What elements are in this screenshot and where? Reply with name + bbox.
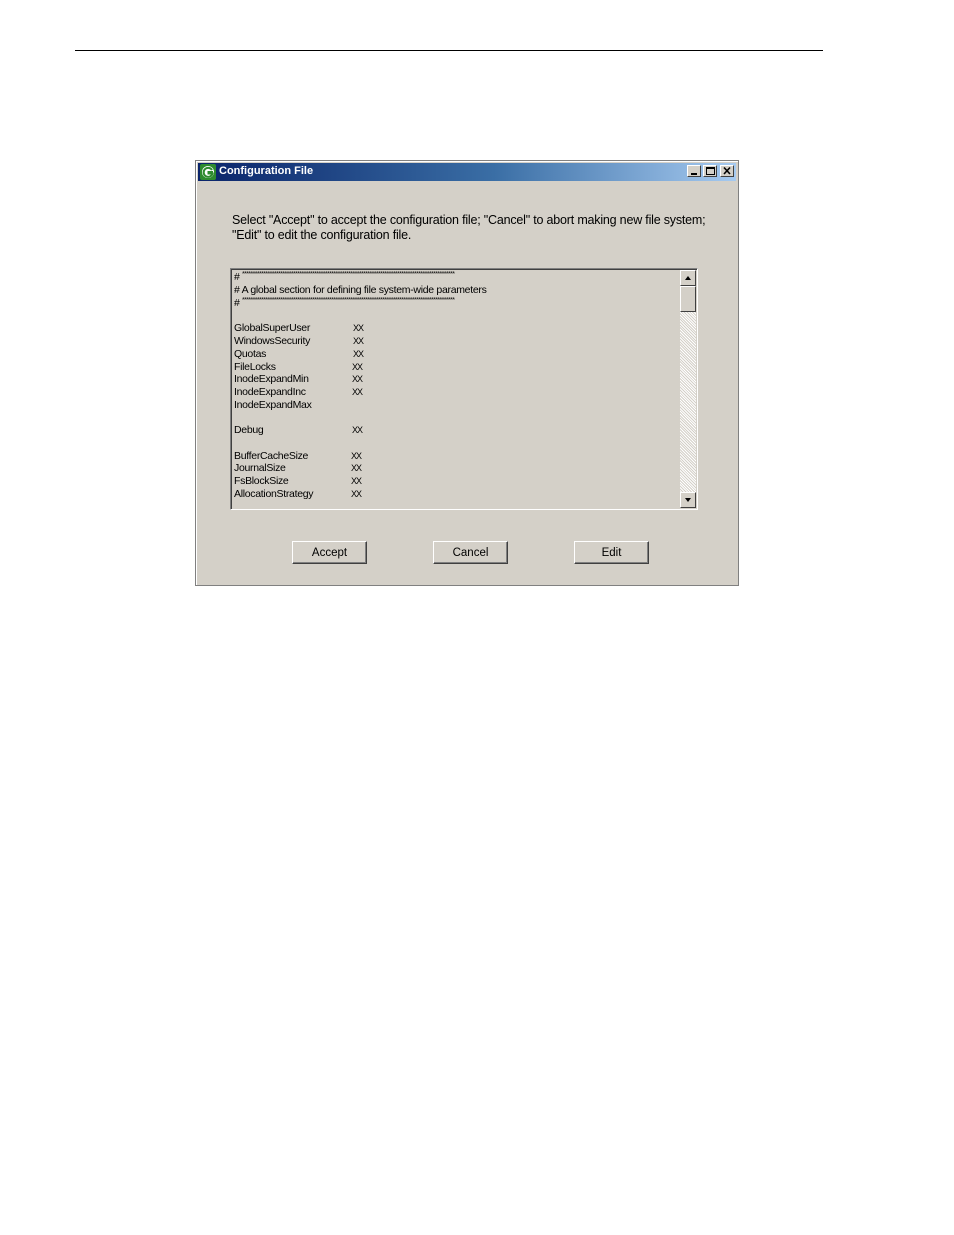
config-key: InodeExpandMax: [234, 399, 312, 411]
config-key: InodeExpandInc: [234, 386, 306, 398]
configuration-text-content[interactable]: # **************************************…: [233, 271, 681, 507]
config-value: XX: [351, 463, 362, 473]
cancel-button[interactable]: Cancel: [433, 541, 508, 564]
config-value: XX: [352, 374, 363, 384]
config-value: XX: [353, 349, 364, 359]
config-value: XX: [351, 489, 362, 499]
config-comment-line: # A global section for defining file sys…: [234, 284, 487, 296]
configuration-file-dialog: Configuration File Select "Accept" to ac…: [195, 160, 739, 586]
maximize-button[interactable]: [703, 165, 717, 177]
config-value: XX: [353, 336, 364, 346]
config-hash-line: #: [234, 271, 240, 283]
vertical-scrollbar[interactable]: [680, 270, 696, 508]
config-key: BufferCacheSize: [234, 450, 309, 462]
config-stars-line: ****************************************…: [242, 297, 455, 304]
accept-button[interactable]: Accept: [292, 541, 367, 564]
edit-button[interactable]: Edit: [574, 541, 649, 564]
minimize-button[interactable]: [687, 165, 701, 177]
instruction-text: Select "Accept" to accept the configurat…: [232, 213, 706, 242]
page-header-rule: [75, 50, 823, 51]
config-key: InodeExpandMin: [234, 373, 309, 385]
scroll-up-button[interactable]: [680, 270, 696, 286]
arrow-down-icon: [685, 498, 691, 502]
config-hash-line: #: [234, 297, 240, 309]
config-key: FileLocks: [234, 361, 276, 373]
config-value: XX: [351, 451, 362, 461]
config-key: WindowsSecurity: [234, 335, 311, 347]
grass-valley-g-icon: [200, 164, 216, 180]
config-stars-line: ****************************************…: [242, 271, 455, 278]
config-key: JournalSize: [234, 462, 286, 474]
window-title: Configuration File: [219, 165, 314, 177]
scroll-down-button[interactable]: [680, 492, 696, 508]
close-button[interactable]: [720, 165, 734, 177]
config-value: XX: [353, 323, 364, 333]
config-key: GlobalSuperUser: [234, 322, 311, 334]
config-value: XX: [351, 476, 362, 486]
configuration-text-box[interactable]: # **************************************…: [230, 268, 698, 510]
config-value: XX: [352, 362, 363, 372]
scroll-thumb[interactable]: [680, 286, 696, 312]
config-value: XX: [352, 425, 363, 435]
config-key: AllocationStrategy: [234, 488, 314, 500]
title-bar[interactable]: Configuration File: [198, 163, 736, 181]
config-key: Quotas: [234, 348, 267, 360]
config-key: FsBlockSize: [234, 475, 289, 487]
config-value: XX: [352, 387, 363, 397]
config-key: Debug: [234, 424, 264, 436]
arrow-up-icon: [685, 276, 691, 280]
